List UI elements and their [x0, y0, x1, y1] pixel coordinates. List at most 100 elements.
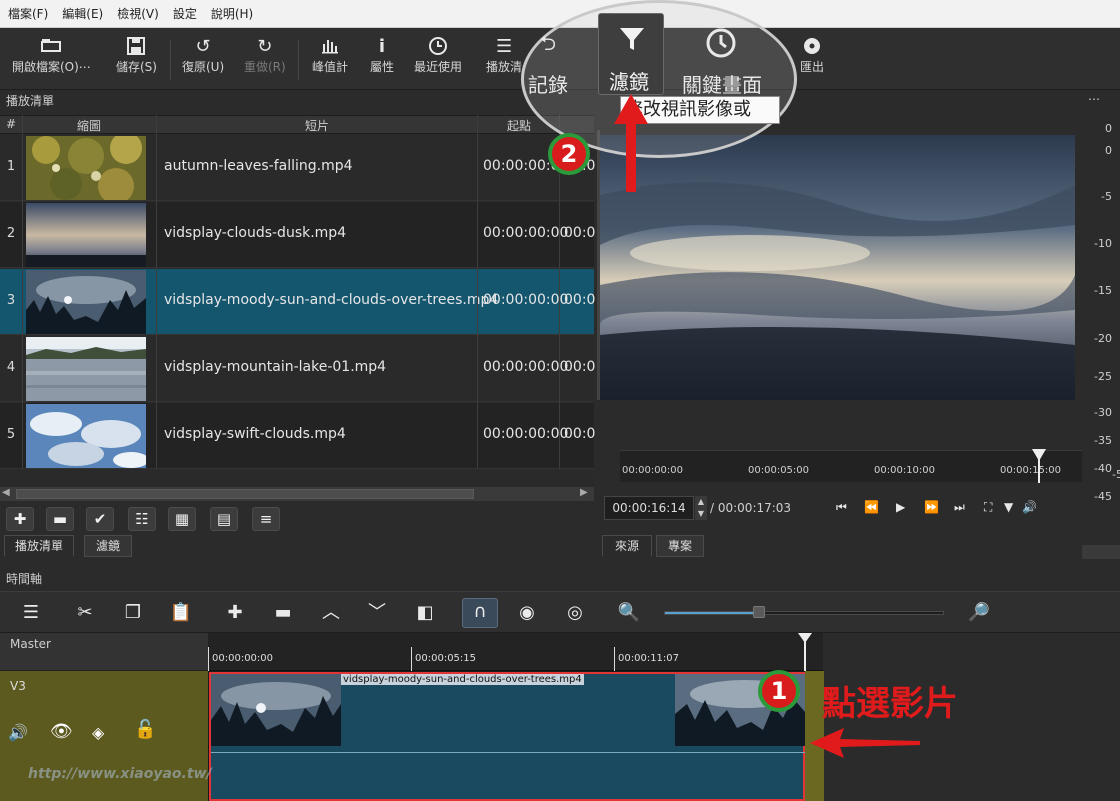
master-header: Master [0, 633, 208, 671]
check-icon: ✔ [93, 510, 107, 528]
copy-icon[interactable]: ❐ [120, 600, 146, 626]
properties-button[interactable]: i 屬性 [370, 36, 394, 75]
menu-help[interactable]: 說明(H) [211, 5, 253, 22]
menu-view[interactable]: 檢視(V) [117, 5, 159, 22]
zoom-in-icon[interactable]: 🔎 [966, 600, 992, 626]
menu-edit[interactable]: 編輯(E) [62, 5, 103, 22]
mute-icon[interactable]: 🔊 [8, 723, 28, 742]
lift-icon[interactable]: ︿ [318, 600, 344, 626]
row-number: 1 [6, 159, 16, 174]
tab-project[interactable]: 專案 [656, 535, 704, 557]
playlist-horizontal-scrollbar[interactable]: ◀ ▶ [0, 487, 594, 501]
col-number[interactable]: # [0, 117, 22, 131]
remove-icon[interactable]: ▬ [270, 600, 296, 626]
info-icon: i [378, 36, 386, 57]
video-preview[interactable] [600, 135, 1075, 400]
col-thumbnail[interactable]: 縮圖 [22, 117, 156, 134]
eye-icon[interactable]: 👁 [50, 721, 73, 742]
tile-icon: ▤ [216, 510, 232, 528]
scroll-thumb[interactable] [16, 489, 474, 499]
zoom-slider-fill [665, 612, 757, 614]
timeline-ruler[interactable]: 00:00:00:00 00:00:05:15 00:00:11:07 [208, 633, 823, 671]
thumbnail-moody-sun [26, 270, 146, 334]
save-button[interactable]: 儲存(S) [116, 36, 157, 75]
zoom-out-icon[interactable]: 🔍 [616, 600, 642, 626]
timecode-input[interactable]: 00:00:16:14 [604, 496, 694, 520]
snap-icon[interactable]: ∩ [462, 598, 498, 628]
zoom-slider-handle[interactable] [753, 606, 765, 618]
scroll-left-icon[interactable]: ◀ [2, 487, 10, 498]
column-divider [477, 115, 478, 469]
clip-name: autumn-leaves-falling.mp4 [164, 158, 353, 174]
skip-to-end-icon[interactable]: ⏭ [954, 500, 965, 515]
timecode-spinner[interactable]: ▲ ▼ [695, 496, 707, 520]
composite-icon[interactable]: ◈ [92, 723, 104, 742]
menu-file[interactable]: 檔案(F) [8, 5, 48, 22]
add-clip-button[interactable]: ✚ [6, 507, 34, 531]
ripple-icon[interactable]: ◎ [562, 600, 588, 626]
ruler-tick: 00:00:05:00 [748, 465, 810, 476]
red-up-arrow [614, 94, 648, 192]
zoom-icon[interactable]: ⛶ [984, 500, 992, 515]
tab-source[interactable]: 來源 [602, 535, 652, 557]
master-label: Master [10, 637, 51, 651]
tab-filters[interactable]: 濾鏡 [84, 535, 132, 557]
skip-to-start-icon[interactable]: ⏮ [836, 500, 847, 515]
history-callout-label: 記錄 [528, 73, 568, 97]
split-icon[interactable]: ◧ [412, 600, 438, 626]
detail-list-icon: ☷ [135, 510, 149, 528]
undo-button[interactable]: ↺ 復原(U) [182, 36, 224, 75]
clip-thumbnail-start [211, 674, 341, 746]
column-divider [156, 115, 157, 469]
panel-splitter[interactable] [597, 130, 600, 400]
playlist-menu-button[interactable]: ≡ [252, 507, 280, 531]
scroll-right-icon[interactable]: ▶ [580, 487, 588, 498]
peak-meter-button[interactable]: 峰值計 [312, 36, 348, 75]
timeline-toolbar: ☰ ✂ ❐ 📋 ✚ ▬ ︿ ﹀ ◧ ∩ ◉ ◎ 🔍 🔎 [0, 591, 1120, 633]
overwrite-icon[interactable]: ﹀ [364, 600, 390, 626]
ruler-tick: 00:00:05:15 [415, 653, 477, 664]
dropdown-icon[interactable]: ▼ [1004, 500, 1013, 514]
play-icon[interactable]: ▶ [896, 500, 905, 514]
timeline-clip-selected[interactable]: vidsplay-moody-sun-and-clouds-over-trees… [209, 672, 805, 801]
detail-view-button[interactable]: ☷ [128, 507, 156, 531]
playlist-row-selected[interactable]: 3 vidsplay-moody-sun-and-clouds-over-tre… [0, 269, 595, 335]
fast-forward-icon[interactable]: ⏩ [924, 500, 939, 514]
playlist-row[interactable]: 2 vidsplay-clouds-dusk.mp4 00:00:00:00 0… [0, 202, 595, 268]
playlist-row[interactable]: 1 autumn-leaves-falling.mp4 00:00:00:00 … [0, 135, 595, 201]
rewind-icon[interactable]: ⏪ [864, 500, 879, 514]
update-clip-button[interactable]: ✔ [86, 507, 114, 531]
filters-callout-button[interactable]: 濾鏡 [598, 13, 664, 95]
save-icon [116, 36, 157, 58]
open-file-label: 開啟檔案(O)⋯ [12, 60, 91, 74]
tile-view-button[interactable]: ▤ [210, 507, 238, 531]
scrub-icon[interactable]: ◉ [514, 600, 540, 626]
clip-duration: 00:0 [564, 426, 596, 442]
playlist-row[interactable]: 5 vidsplay-swift-clouds.mp4 00:00:00:00 … [0, 403, 596, 469]
icon-view-button[interactable]: ▦ [168, 507, 196, 531]
timeline-menu-icon[interactable]: ☰ [18, 600, 44, 626]
meter-scrollbar[interactable] [1082, 545, 1120, 559]
minus-icon: ▬ [52, 510, 68, 528]
paste-icon[interactable]: 📋 [168, 600, 194, 626]
cut-icon[interactable]: ✂ [72, 600, 98, 626]
open-file-button[interactable]: 開啟檔案(O)⋯ [12, 36, 91, 75]
playlist-row[interactable]: 4 vidsplay-mountain-lake-01.mp4 00:00:00… [0, 336, 595, 402]
recent-button[interactable]: 最近使用 [414, 36, 462, 75]
viewer-time-ruler[interactable]: 00:00:00:00 00:00:05:00 00:00:10:00 00:0… [620, 449, 1082, 483]
more-options-icon[interactable]: ⋯ [1088, 92, 1100, 106]
zoom-slider[interactable] [664, 606, 944, 618]
redo-button[interactable]: ↻ 重做(R) [244, 36, 286, 75]
menu-settings[interactable]: 設定 [173, 5, 197, 22]
lock-icon[interactable]: 🔓 [134, 719, 156, 740]
export-button[interactable]: 匯出 [800, 36, 824, 75]
append-icon[interactable]: ✚ [222, 600, 248, 626]
col-clip[interactable]: 短片 [156, 117, 478, 134]
meter-label: -15 [1094, 284, 1112, 297]
step-2-badge: 2 [548, 133, 590, 175]
tab-playlist[interactable]: 播放清單 [4, 535, 74, 557]
remove-clip-button[interactable]: ▬ [46, 507, 74, 531]
playlist-button[interactable]: ☰ 播放清 [486, 36, 522, 75]
volume-icon[interactable]: 🔊 [1022, 500, 1037, 514]
disc-icon [800, 36, 824, 58]
